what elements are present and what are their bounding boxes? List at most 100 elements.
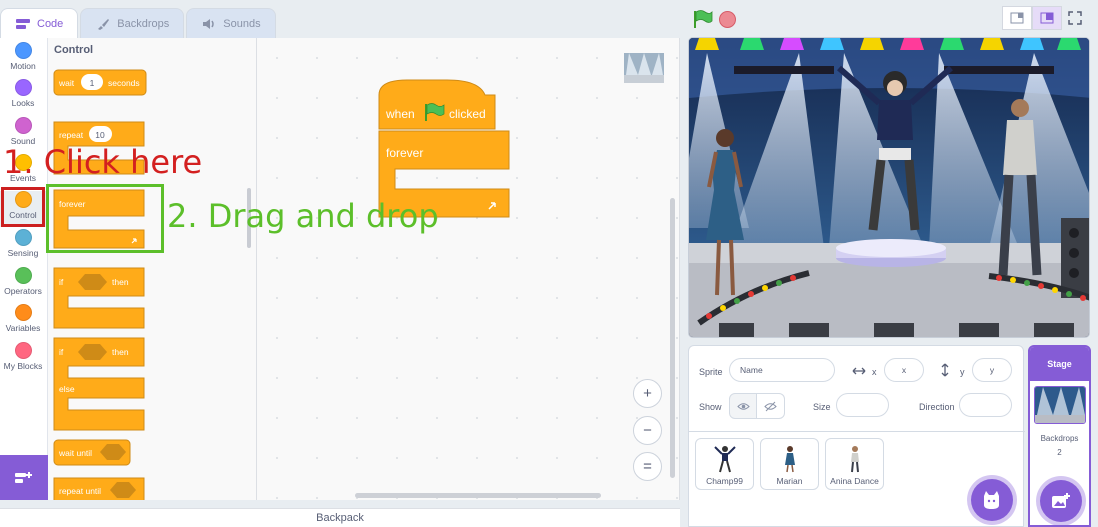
tab-sounds[interactable]: Sounds: [186, 8, 276, 38]
if-else-then-label: then: [112, 347, 129, 357]
run-flag-icon: [694, 10, 713, 28]
repeat-until-block[interactable]: repeat until: [53, 477, 145, 500]
speaker-icon: [203, 18, 215, 29]
fullscreen-button[interactable]: [1065, 8, 1085, 28]
show-hidden-button[interactable]: [757, 393, 785, 419]
sprite-thumbnail: [624, 53, 664, 83]
wait-until-block[interactable]: wait until: [53, 439, 131, 466]
script-vertical-scrollbar[interactable]: [670, 198, 675, 478]
category-operators-label: Operators: [4, 286, 42, 296]
image-add-icon: [1052, 493, 1070, 508]
x-label: x: [872, 367, 877, 377]
when-label: when: [385, 107, 415, 121]
zoom-in-button[interactable]: +: [633, 379, 662, 408]
tab-sounds-label: Sounds: [223, 17, 261, 30]
category-my-blocks-label: My Blocks: [3, 361, 43, 371]
repeat-until-label: repeat until: [59, 486, 101, 496]
category-looks[interactable]: Looks: [0, 79, 46, 115]
then-label: then: [112, 277, 129, 287]
stage-canvas[interactable]: [688, 37, 1090, 338]
green-flag-button[interactable]: [693, 10, 713, 33]
category-my-blocks[interactable]: My Blocks: [0, 342, 46, 378]
highlight-control-category: [1, 187, 45, 227]
category-variables-label: Variables: [5, 323, 41, 333]
stop-button[interactable]: [719, 11, 736, 28]
category-sensing[interactable]: Sensing: [0, 229, 46, 265]
wait-unit: seconds: [108, 78, 140, 88]
sprite-tile-anina-dance[interactable]: Anina Dance: [825, 438, 884, 490]
eye-icon: [736, 402, 750, 410]
sprite-tile-marian[interactable]: Marian: [760, 438, 819, 490]
zoom-reset-icon: =: [643, 458, 652, 475]
else-label: else: [59, 384, 75, 394]
category-variables[interactable]: Variables: [0, 304, 46, 340]
script-area[interactable]: when clicked forever + − =: [257, 38, 680, 500]
large-stage-button[interactable]: [1032, 6, 1062, 30]
wait-block-label: wait: [58, 78, 75, 88]
sprite-tile-champ99[interactable]: Champ99: [695, 438, 754, 490]
eye-slash-icon: [764, 401, 777, 411]
small-stage-button[interactable]: [1002, 6, 1032, 30]
choose-sprite-button[interactable]: [971, 479, 1013, 521]
zoom-reset-button[interactable]: =: [633, 452, 662, 481]
direction-input[interactable]: [959, 393, 1012, 417]
repeat-block-label: repeat: [59, 130, 84, 140]
palette-blocks: wait 1 seconds repeat 10 forever if then: [53, 69, 147, 500]
stage-size-toggle: [1002, 6, 1062, 30]
sprite-info: Sprite Name x x y y Show Size Direction: [689, 346, 1025, 432]
backpack-bar[interactable]: Backpack: [0, 508, 680, 527]
variables-icon: [14, 304, 32, 321]
show-visible-button[interactable]: [729, 393, 757, 419]
backdrop-thumbnail: [1033, 386, 1086, 424]
tab-code[interactable]: Code: [0, 8, 79, 38]
wait-value[interactable]: 1: [90, 78, 95, 88]
horizontal-arrows-icon: [852, 367, 866, 375]
sprite-name-champ99: Champ99: [706, 476, 743, 486]
anina-dance-thumbnail: [850, 446, 859, 473]
fullscreen-icon: [1068, 11, 1082, 25]
script-forever-label: forever: [386, 146, 423, 160]
tab-backdrops[interactable]: Backdrops: [80, 8, 185, 38]
show-toggle: [729, 393, 785, 419]
wait-block[interactable]: wait 1 seconds: [53, 69, 147, 96]
sprite-name-input[interactable]: Name: [729, 358, 835, 382]
stage-mini-icon: [624, 53, 664, 83]
champ99-thumbnail: [713, 446, 736, 473]
category-operators[interactable]: Operators: [0, 267, 46, 303]
if-then-else-block[interactable]: if then else: [53, 337, 145, 431]
cat-add-icon: [984, 491, 999, 509]
annotation-step-1: 1. Click here: [3, 143, 203, 181]
category-motion[interactable]: Motion: [0, 42, 46, 78]
size-input[interactable]: [836, 393, 889, 417]
zoom-out-button[interactable]: −: [633, 416, 662, 445]
wait-until-label: wait until: [58, 448, 92, 458]
vertical-arrows-icon: [941, 363, 949, 377]
zoom-in-icon: +: [643, 385, 652, 402]
sound-icon: [14, 117, 32, 134]
tab-backdrops-label: Backdrops: [117, 17, 170, 30]
category-looks-label: Looks: [11, 98, 35, 108]
y-label: y: [960, 367, 965, 377]
sprite-pane: Sprite Name x x y y Show Size Direction …: [688, 345, 1025, 527]
marian-thumbnail: [784, 446, 795, 473]
stage-selector[interactable]: Stage Backdrops 2: [1028, 345, 1091, 527]
y-input[interactable]: y: [972, 358, 1012, 382]
editor-tabs: Code Backdrops Sounds: [0, 8, 278, 38]
small-stage-icon: [1010, 12, 1024, 24]
choose-backdrop-button[interactable]: [1040, 480, 1082, 522]
add-extension-button[interactable]: [0, 455, 48, 500]
large-stage-icon: [1040, 12, 1054, 24]
x-input[interactable]: x: [884, 358, 924, 382]
script-horizontal-scrollbar[interactable]: [355, 493, 601, 498]
backdrops-label: Backdrops: [1040, 434, 1079, 443]
paintbrush-icon: [98, 18, 110, 30]
code-icon: [16, 18, 30, 29]
if-then-block[interactable]: if then: [53, 267, 145, 329]
if-label: if: [59, 277, 64, 287]
repeat-value[interactable]: 10: [95, 130, 105, 140]
motion-icon: [14, 42, 32, 59]
my-blocks-icon: [14, 342, 32, 359]
sprite-name-marian: Marian: [776, 476, 803, 486]
block-palette: Control wait 1 seconds repeat 10 forever…: [48, 38, 257, 500]
if-else-if-label: if: [59, 347, 64, 357]
